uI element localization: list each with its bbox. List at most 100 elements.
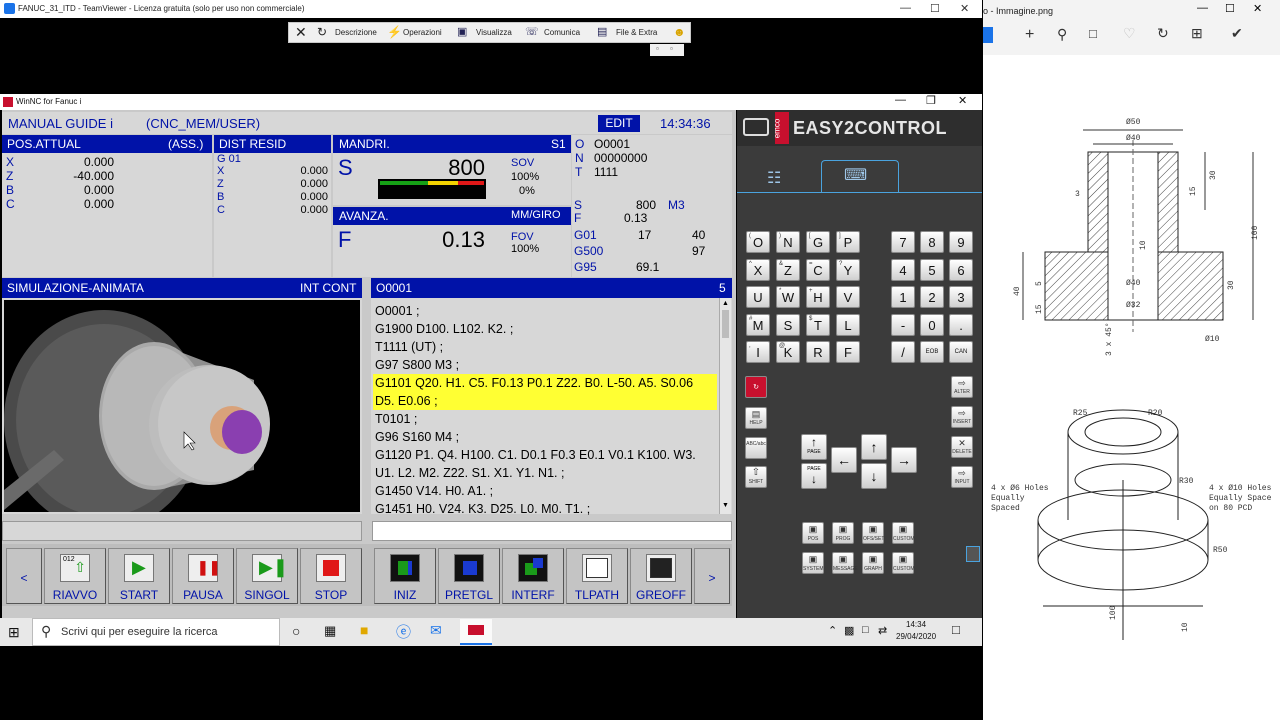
viewer-maximize-button[interactable]: ☐ <box>1225 2 1235 15</box>
winnc-restore-button[interactable]: ❐ <box>926 94 936 107</box>
address-key[interactable]: U <box>746 286 770 308</box>
page-up-key[interactable]: ↑ PAGE <box>801 434 827 460</box>
cursor-left-key[interactable]: ← <box>831 447 857 473</box>
network-icon[interactable]: ▩ <box>844 624 854 637</box>
crop-icon[interactable]: ⊞ <box>1191 25 1203 42</box>
numeric-key[interactable]: 5 <box>920 259 944 281</box>
numeric-key[interactable]: 2 <box>920 286 944 308</box>
program-scrollbar[interactable]: ▲ ▼ <box>719 298 731 514</box>
function-key[interactable]: ▣ PROG <box>832 522 854 544</box>
simulation-view[interactable] <box>4 300 360 512</box>
volume-icon[interactable]: □ <box>862 624 869 636</box>
file-explorer-icon[interactable]: ■ <box>360 622 368 638</box>
scroll-down-icon[interactable]: ▼ <box>722 502 729 509</box>
softkey-iniz[interactable]: INIZ <box>374 548 436 604</box>
add-icon[interactable]: + <box>1025 26 1034 44</box>
rotate-icon[interactable]: ↻ <box>1157 25 1169 42</box>
address-key[interactable]: F <box>836 341 860 363</box>
toolbar-minimize-controls[interactable]: ▫ ▫ <box>650 44 684 56</box>
softkey-greoff[interactable]: GREOFF <box>630 548 692 604</box>
address-key[interactable]: ,I <box>746 341 770 363</box>
program-line[interactable]: G1450 V14. H0. A1. ; <box>375 482 715 500</box>
program-line[interactable]: G1120 P1. Q4. H100. C1. D0.1 F0.3 E0.1 V… <box>375 446 715 464</box>
address-key[interactable]: @ K <box>776 341 800 363</box>
softkey-prev[interactable]: < <box>6 548 42 604</box>
numeric-key[interactable]: 9 <box>949 231 973 253</box>
softkey-stop[interactable]: STOP <box>300 548 362 604</box>
delete-key[interactable]: ✕ DELETE <box>951 436 973 458</box>
emco-tab-machine[interactable]: ☷ <box>765 168 805 192</box>
address-key[interactable]: * W <box>776 286 800 308</box>
numeric-key[interactable]: 4 <box>891 259 915 281</box>
taskbar-search[interactable]: ⚲ Scrivi qui per eseguire la ricerca <box>32 618 280 646</box>
viewer-close-button[interactable]: ✕ <box>1253 2 1262 15</box>
taskbar-time[interactable]: 14:34 <box>906 620 926 629</box>
toolbar-files[interactable]: File & Extra <box>616 28 657 37</box>
toolbar-operations[interactable]: Operazioni <box>403 28 442 37</box>
address-key[interactable]: ^ X <box>746 259 770 281</box>
softkey-pausa[interactable]: ❚❚ PAUSA <box>172 548 234 604</box>
address-key[interactable]: ? Y <box>836 259 860 281</box>
toolbar-description[interactable]: Descrizione <box>335 28 377 37</box>
program-line[interactable]: G1900 D100. L102. K2. ; <box>375 320 715 338</box>
function-key[interactable]: ▣ CUSTOM <box>892 552 915 574</box>
input-key[interactable]: ⇨ INPUT <box>951 466 973 488</box>
numeric-key[interactable]: 1 <box>891 286 915 308</box>
cursor-right-key[interactable]: → <box>891 447 917 473</box>
program-line[interactable]: G1451 H0. V24. K3. D25. L0. M0. T1. ; <box>375 500 715 518</box>
softkey-start[interactable]: ▶ START <box>108 548 170 604</box>
numeric-key[interactable]: - <box>891 314 915 336</box>
edge-icon[interactable]: ⓔ <box>396 621 411 642</box>
softkey-tlpath[interactable]: TLPATH <box>566 548 628 604</box>
toolbar-communicate[interactable]: Comunica <box>544 28 580 37</box>
program-line[interactable]: T1111 (UT) ; <box>375 338 715 356</box>
task-view-icon[interactable]: ○ <box>292 623 300 639</box>
favorite-icon[interactable]: ♡ <box>1123 25 1136 42</box>
address-key[interactable]: ] P <box>836 231 860 253</box>
shift-key[interactable]: ⇧ SHIFT <box>745 466 767 488</box>
numeric-key[interactable]: 0 <box>920 314 944 336</box>
gallery-icon[interactable] <box>983 27 993 43</box>
cursor-up-key[interactable]: ↑ <box>861 434 887 460</box>
softkey-next[interactable]: > <box>694 548 730 604</box>
numeric-key[interactable]: CAN <box>949 341 973 363</box>
function-key[interactable]: ▣ MESSAGE <box>832 552 858 574</box>
abc-key[interactable]: ABC/abc <box>745 437 767 459</box>
notifications-icon[interactable]: □ <box>952 622 960 637</box>
softkey-singol[interactable]: ▶❚ SINGOL <box>236 548 298 604</box>
page-down-key[interactable]: PAGE ↓ <box>801 463 827 489</box>
winnc-close-button[interactable]: ✕ <box>958 94 967 107</box>
address-key[interactable]: S <box>776 314 800 336</box>
winnc-minimize-button[interactable]: — <box>895 94 906 106</box>
winnc-taskbar-icon[interactable] <box>460 619 492 645</box>
softkey-pretgl[interactable]: PRETGL <box>438 548 500 604</box>
numeric-key[interactable]: EOB <box>920 341 944 363</box>
numeric-key[interactable]: 8 <box>920 231 944 253</box>
program-line[interactable]: U1. L2. M2. Z22. S1. X1. Y1. N1. ; <box>375 464 715 482</box>
delete-icon[interactable]: □ <box>1089 26 1097 41</box>
address-key[interactable]: $ T <box>806 314 830 336</box>
program-line[interactable]: G96 S160 M4 ; <box>375 428 715 446</box>
input-line[interactable] <box>372 521 732 541</box>
reset-key[interactable]: ↻ <box>745 376 767 398</box>
function-key[interactable]: ▣ CUSTOM <box>892 522 915 544</box>
numeric-key[interactable]: . <box>949 314 973 336</box>
emco-tab-keyboard[interactable]: ⌨ <box>821 160 899 192</box>
maximize-button[interactable]: ☐ <box>930 2 940 15</box>
zoom-icon[interactable]: ⚲ <box>1057 26 1067 43</box>
address-key[interactable]: # M <box>746 314 770 336</box>
toolbar-close-icon[interactable]: ✕ <box>295 24 307 41</box>
numeric-key[interactable]: 3 <box>949 286 973 308</box>
program-line-selected[interactable]: D5. E0.06 ; <box>373 392 717 410</box>
side-panel-handle[interactable] <box>966 546 980 562</box>
softkey-interf[interactable]: INTERF <box>502 548 564 604</box>
tray-chevron-icon[interactable]: ⌃ <box>828 624 837 637</box>
function-key[interactable]: ▣ SYSTEM <box>802 552 824 574</box>
numeric-key[interactable]: 7 <box>891 231 915 253</box>
help-key[interactable]: ▤ HELP <box>745 407 767 429</box>
address-key[interactable]: [G <box>806 231 830 253</box>
scroll-up-icon[interactable]: ▲ <box>722 300 729 307</box>
ime-icon[interactable]: ⇄ <box>878 624 887 637</box>
address-key[interactable]: + H <box>806 286 830 308</box>
program-line[interactable]: T0101 ; <box>375 410 715 428</box>
